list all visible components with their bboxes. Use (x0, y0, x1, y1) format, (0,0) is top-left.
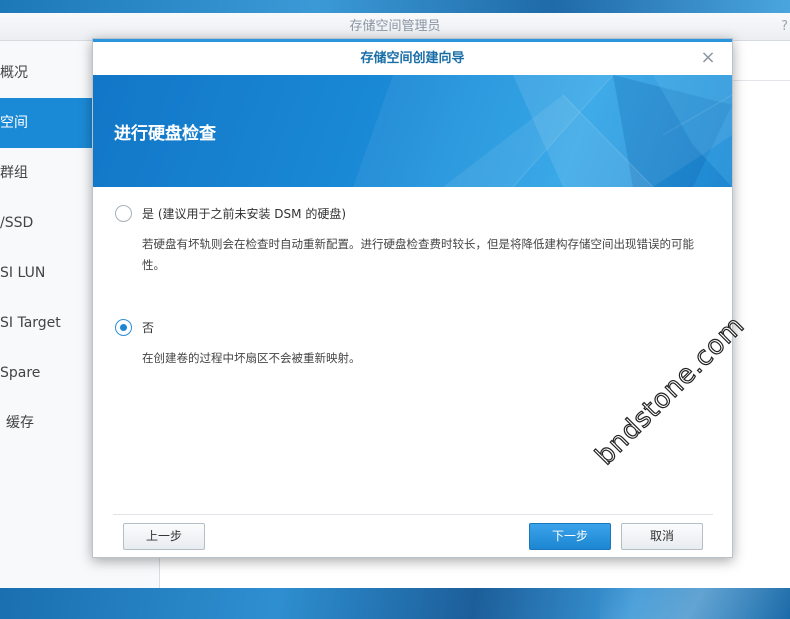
dialog-title: 存储空间创建向导 (360, 51, 465, 66)
sidebar-item-label: SI Target (0, 315, 61, 331)
cancel-button[interactable]: 取消 (621, 523, 703, 550)
sidebar-item-label: SI LUN (0, 265, 46, 281)
storage-creation-wizard-dialog: 存储空间创建向导 × 进行硬盘检查 是 (建议用于之前未安装 DSM 的硬盘) … (92, 38, 733, 558)
option-yes-description: 若硬盘有坏轨则会在检查时自动重新配置。进行硬盘检查费时较长，但是将降低建构存储空… (142, 237, 694, 272)
help-icon[interactable]: ? (781, 13, 788, 41)
sidebar-item-label: 缓存 (6, 415, 34, 431)
option-no-label[interactable]: 否 (142, 319, 154, 336)
sidebar-item-label: /SSD (0, 215, 34, 231)
option-no-row[interactable]: 否 (115, 319, 154, 336)
desktop-background-top (0, 0, 790, 13)
close-icon[interactable]: × (698, 44, 718, 72)
sidebar-item-label: 空间 (0, 115, 28, 131)
step-title: 进行硬盘检查 (114, 124, 216, 144)
app-title: 存储空间管理员 (349, 19, 441, 34)
option-yes-label[interactable]: 是 (建议用于之前未安装 DSM 的硬盘) (142, 205, 346, 222)
dialog-titlebar: 存储空间创建向导 (93, 42, 732, 75)
option-yes-row[interactable]: 是 (建议用于之前未安装 DSM 的硬盘) (115, 205, 346, 222)
app-titlebar: 存储空间管理员 ? (0, 13, 790, 41)
wizard-step-banner: 进行硬盘检查 (93, 75, 732, 187)
radio-yes[interactable] (115, 205, 132, 222)
back-button[interactable]: 上一步 (123, 523, 205, 550)
sidebar-item-label: 群组 (0, 165, 28, 181)
desktop-background-bottom (0, 588, 790, 619)
footer-divider (113, 514, 713, 515)
next-button[interactable]: 下一步 (529, 523, 611, 550)
option-no-description: 在创建卷的过程中坏扇区不会被重新映射。 (142, 351, 361, 365)
sidebar-item-label: 概况 (0, 65, 28, 81)
radio-no[interactable] (115, 319, 132, 336)
sidebar-item-label: Spare (0, 365, 41, 381)
